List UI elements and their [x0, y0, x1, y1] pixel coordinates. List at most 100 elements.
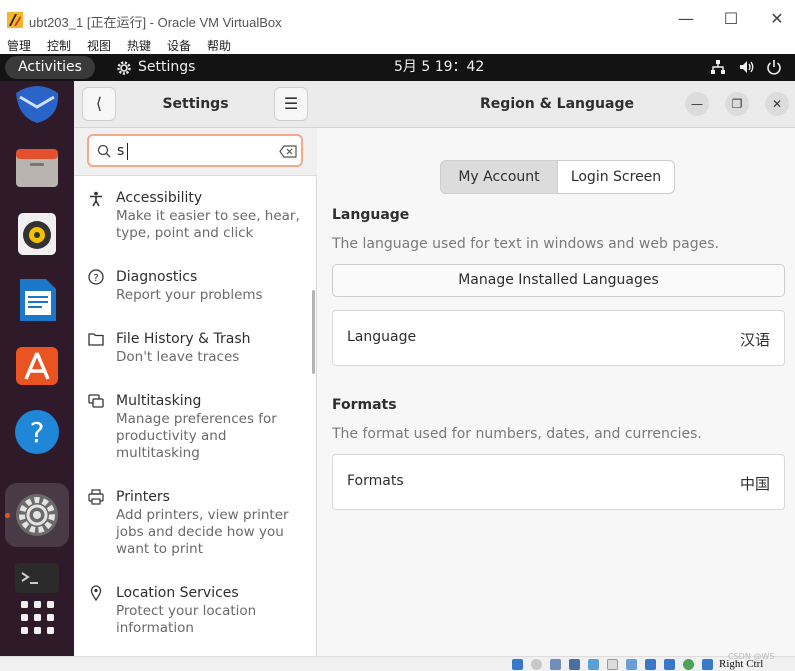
- shared-folders-icon[interactable]: [607, 659, 618, 670]
- panel-header: Region & Language — ❐ ✕: [317, 81, 795, 128]
- result-title: Multitasking: [116, 393, 202, 409]
- result-location-services[interactable]: Location Services Protect your location …: [74, 585, 310, 645]
- power-icon[interactable]: [765, 58, 783, 76]
- formats-row-label: Formats: [347, 473, 404, 489]
- results-scrollbar[interactable]: [312, 290, 315, 374]
- search-input[interactable]: [117, 141, 267, 161]
- vbox-window-title: ubt203_1 [正在运行] - Oracle VM VirtualBox: [29, 15, 282, 30]
- vbox-statusbar: Right Ctrl: [0, 656, 795, 671]
- result-multitasking[interactable]: Multitasking Manage preferences for prod…: [74, 393, 310, 471]
- hard-disk-icon[interactable]: [512, 659, 523, 670]
- audio-icon[interactable]: [550, 659, 561, 670]
- maximize-icon[interactable]: ☐: [719, 8, 743, 30]
- search-box[interactable]: [87, 134, 303, 167]
- language-row[interactable]: Language 汉语: [332, 310, 785, 366]
- recording-icon[interactable]: [645, 659, 656, 670]
- result-title: Diagnostics: [116, 269, 198, 285]
- result-title: Accessibility: [116, 190, 203, 206]
- svg-text:?: ?: [30, 416, 45, 449]
- formats-row[interactable]: Formats 中国: [332, 454, 785, 510]
- clock[interactable]: 5月 5 19：42: [394, 56, 484, 79]
- formats-row-value: 中国: [739, 475, 770, 493]
- cpu-activity-icon[interactable]: [683, 659, 694, 670]
- hamburger-menu-button[interactable]: ☰: [274, 87, 308, 121]
- menu-help[interactable]: 帮助: [207, 37, 231, 54]
- libreoffice-writer-icon[interactable]: [14, 277, 60, 323]
- dock-running-indicator: [5, 513, 10, 518]
- window-minimize-icon[interactable]: —: [685, 92, 709, 116]
- region-language-panel: My Account Login Screen Language The lan…: [317, 128, 795, 656]
- printer-icon: [88, 489, 104, 505]
- window-restore-icon[interactable]: ❐: [725, 92, 749, 116]
- result-desc: Report your problems: [116, 287, 263, 303]
- language-row-value: 汉语: [739, 331, 770, 349]
- software-icon[interactable]: [14, 343, 60, 389]
- result-desc: Add printers, view printer jobs and deci…: [116, 507, 289, 557]
- accessibility-icon: [90, 191, 102, 207]
- svg-text:?: ?: [93, 273, 98, 284]
- result-desc: Protect your location information: [116, 603, 257, 636]
- host-key-arrow-icon[interactable]: [702, 659, 713, 670]
- mouse-integration-icon[interactable]: [664, 659, 675, 670]
- formats-section-title: Formats: [332, 397, 397, 413]
- display-icon[interactable]: [626, 659, 637, 670]
- menu-control[interactable]: 控制: [47, 37, 71, 54]
- folder-icon: [88, 333, 104, 346]
- location-pin-icon: [90, 585, 102, 601]
- app-menu[interactable]: Settings: [116, 56, 195, 79]
- vbox-titlebar: ubt203_1 [正在运行] - Oracle VM VirtualBox —…: [0, 0, 795, 36]
- result-diagnostics[interactable]: ? Diagnostics Report your problems: [74, 269, 310, 311]
- app-menu-label: Settings: [138, 59, 196, 75]
- virtualbox-app-icon: [7, 12, 23, 28]
- usb-icon[interactable]: [588, 659, 599, 670]
- show-apps-icon[interactable]: [14, 595, 60, 641]
- result-desc: Don't leave traces: [116, 349, 240, 365]
- gnome-topbar: Activities Settings 5月 5 19：42: [0, 54, 795, 81]
- panel-title: Region & Language: [480, 96, 634, 112]
- text-caret: [127, 143, 128, 160]
- tab-login-screen[interactable]: Login Screen: [557, 160, 675, 194]
- multitasking-icon: [88, 394, 104, 408]
- settings-icon[interactable]: [14, 492, 60, 538]
- network-adapter-icon[interactable]: [569, 659, 580, 670]
- result-desc: Make it easier to see, hear, type, point…: [116, 208, 300, 241]
- result-title: File History & Trash: [116, 331, 251, 347]
- language-row-label: Language: [347, 329, 417, 345]
- close-icon[interactable]: ✕: [765, 8, 789, 30]
- thunderbird-icon[interactable]: [14, 83, 60, 129]
- search-results-list: Accessibility Make it easier to see, hea…: [74, 177, 317, 656]
- result-title: Location Services: [116, 585, 239, 601]
- volume-icon[interactable]: [738, 58, 756, 76]
- menu-devices[interactable]: 设备: [167, 37, 191, 54]
- language-section-desc: The language used for text in windows an…: [332, 236, 719, 252]
- result-desc: Manage preferences for productivity and …: [116, 411, 277, 461]
- menu-hotkeys[interactable]: 热键: [127, 37, 151, 54]
- search-icon: [97, 144, 111, 158]
- rhythmbox-icon[interactable]: [14, 211, 60, 257]
- clear-search-icon[interactable]: [279, 145, 297, 158]
- result-file-history[interactable]: File History & Trash Don't leave traces: [74, 331, 310, 373]
- optical-drive-icon[interactable]: [531, 659, 542, 670]
- window-close-icon[interactable]: ✕: [765, 92, 789, 116]
- watermark: CSDN @WS: [728, 652, 775, 661]
- menu-manage[interactable]: 管理: [7, 37, 31, 54]
- result-printers[interactable]: Printers Add printers, view printer jobs…: [74, 489, 310, 567]
- files-icon[interactable]: [14, 145, 60, 191]
- gear-icon: [117, 60, 131, 75]
- menu-view[interactable]: 视图: [87, 37, 111, 54]
- help-icon[interactable]: ?: [14, 409, 60, 455]
- language-section-title: Language: [332, 207, 410, 223]
- result-title: Printers: [116, 489, 170, 505]
- dock: ?: [0, 81, 74, 656]
- minimize-icon[interactable]: —: [674, 8, 698, 30]
- vbox-menubar: 管理 控制 视图 热键 设备 帮助: [0, 36, 795, 54]
- formats-section-desc: The format used for numbers, dates, and …: [332, 426, 702, 442]
- tab-my-account[interactable]: My Account: [440, 160, 558, 194]
- settings-sidebar-header: ⟨ Settings ☰: [74, 81, 317, 128]
- activities-button[interactable]: Activities: [5, 56, 95, 79]
- search-area: [74, 128, 317, 176]
- manage-installed-languages-button[interactable]: Manage Installed Languages: [332, 264, 785, 297]
- network-icon[interactable]: [709, 58, 727, 76]
- question-circle-icon: ?: [88, 269, 104, 285]
- result-accessibility[interactable]: Accessibility Make it easier to see, hea…: [74, 190, 310, 250]
